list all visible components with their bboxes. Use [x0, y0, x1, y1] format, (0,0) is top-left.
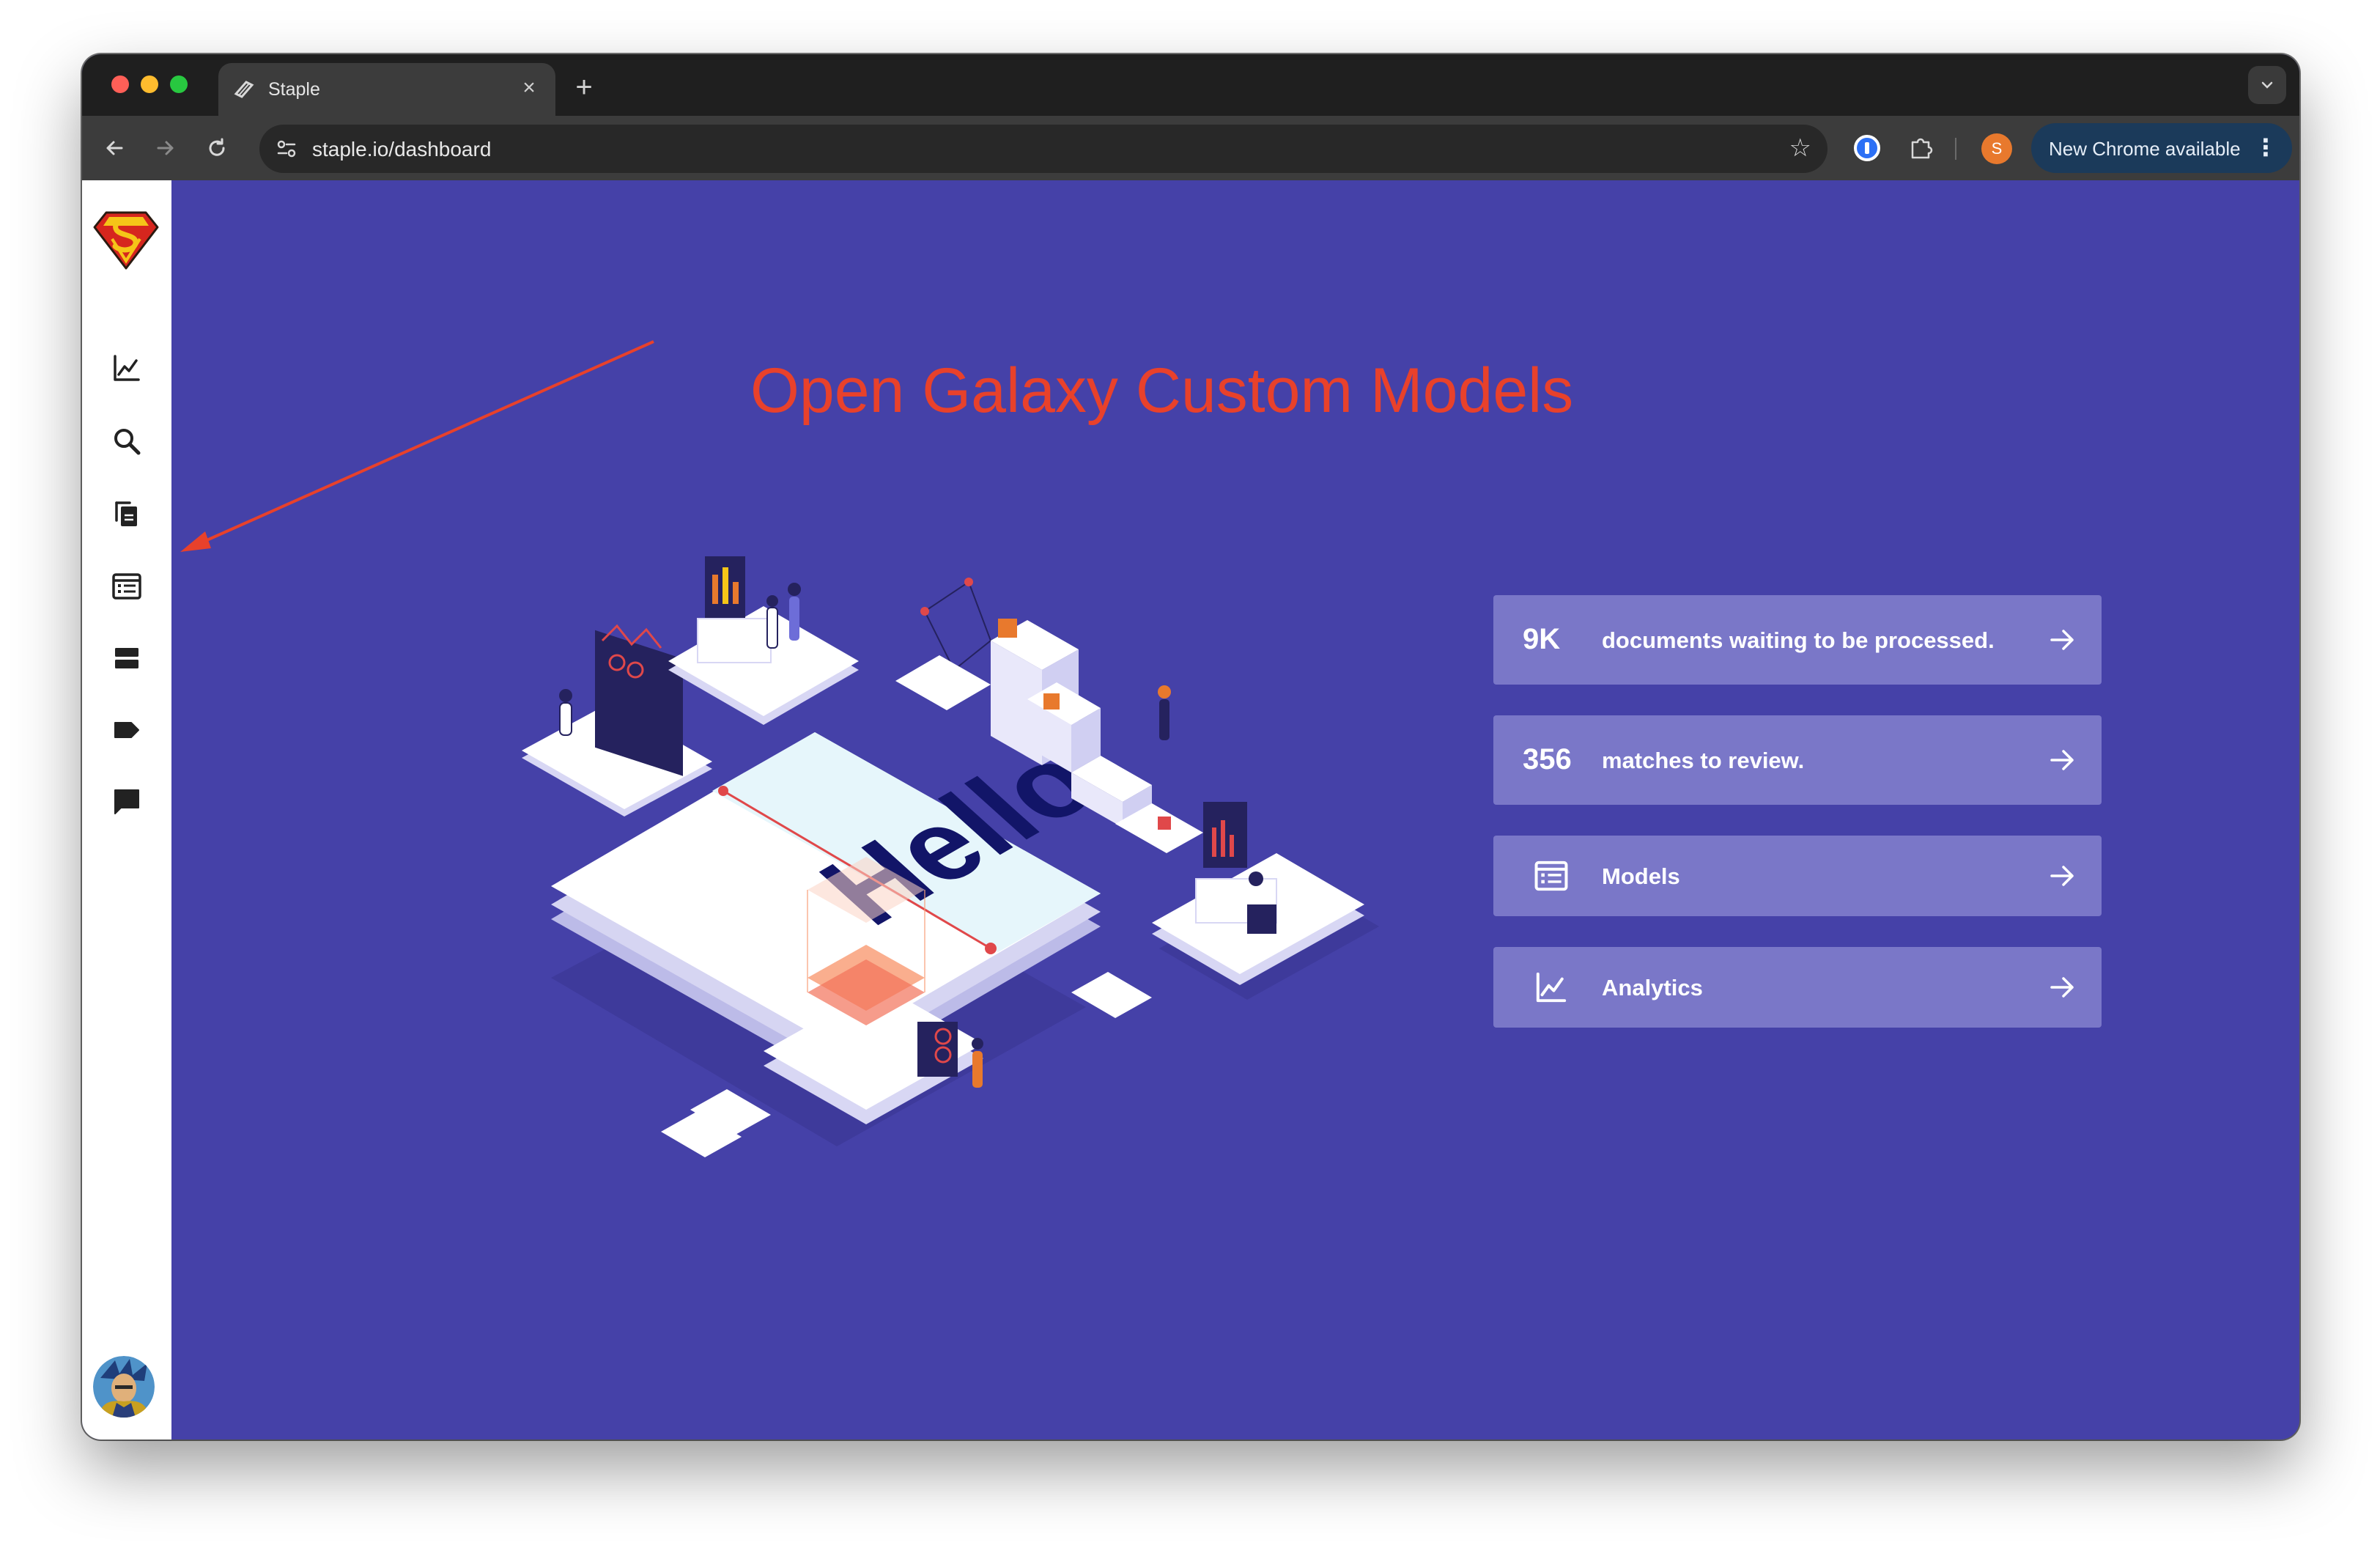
matches-review-card[interactable]: 356 matches to review. [1493, 715, 2102, 805]
arrow-right-icon [2050, 630, 2074, 650]
documents-waiting-card[interactable]: 9K documents waiting to be processed. [1493, 595, 2102, 685]
analytics-card[interactable]: Analytics [1493, 947, 2102, 1028]
analytics-icon [1536, 972, 1567, 1003]
documents-label: documents waiting to be processed. [1602, 627, 1995, 653]
arrow-right-icon [2050, 866, 2074, 886]
arrow-right-icon [2050, 977, 2074, 998]
models-icon [1534, 860, 1568, 891]
arrow-right-icon [2050, 750, 2074, 770]
analytics-label: Analytics [1602, 975, 1703, 1000]
matches-label: matches to review. [1602, 748, 1805, 773]
browser-window: Staple × + staple.io/dashboard ☆ S New C… [82, 54, 2299, 1440]
documents-count: 9K [1523, 623, 1561, 655]
models-label: Models [1602, 863, 1680, 889]
models-card[interactable]: Models [1493, 836, 2102, 916]
matches-count: 356 [1523, 743, 1572, 775]
